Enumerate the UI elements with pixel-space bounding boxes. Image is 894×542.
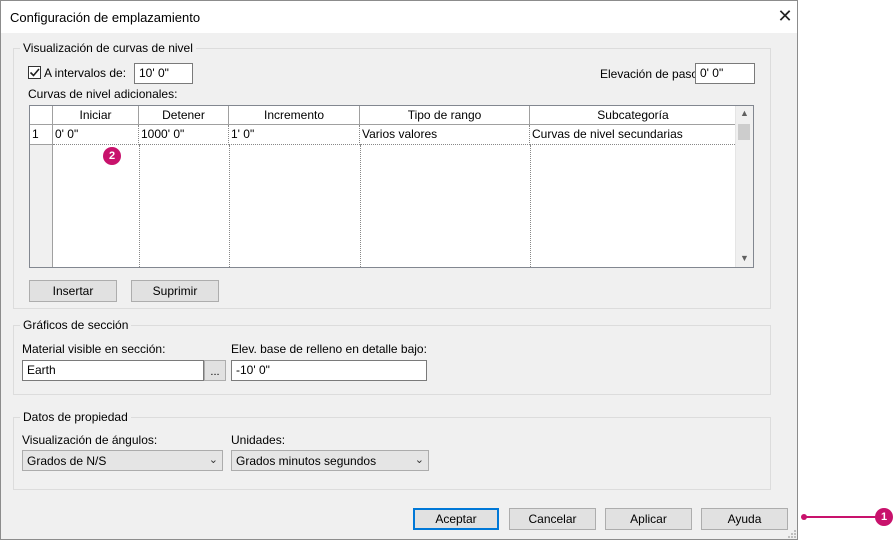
material-label: Material visible en sección: [22,342,166,356]
callout-badge-two: 2 [103,147,121,165]
close-icon[interactable]: ✕ [773,4,797,28]
ok-button[interactable]: Aceptar [413,508,499,530]
chevron-down-icon: ⌄ [208,454,218,466]
property-group-title: Datos de propiedad [20,410,131,424]
column-header[interactable]: Subcategoría [530,106,737,125]
angles-selected-value: Grados de N/S [27,454,107,468]
scroll-up-icon[interactable]: ▲ [736,108,753,118]
table-cell[interactable]: 1000' 0" [139,125,229,145]
table-cell[interactable]: Varios valores [360,125,530,145]
angles-label: Visualización de ángulos: [22,433,158,447]
table-cell[interactable]: Curvas de nivel secundarias [530,125,737,145]
units-selected-value: Grados minutos segundos [236,454,377,468]
contours-table: Iniciar Detener Incremento Tipo de rango… [29,105,754,268]
insert-button[interactable]: Insertar [29,280,117,302]
angles-dropdown[interactable]: Grados de N/S ⌄ [22,450,223,471]
pass-elevation-input[interactable]: 0' 0" [695,63,755,84]
row-number[interactable]: 1 [30,125,53,145]
apply-button[interactable]: Aplicar [605,508,692,530]
pass-elevation-label: Elevación de paso: [600,67,702,81]
interval-input[interactable]: 10' 0" [134,63,193,84]
units-dropdown[interactable]: Grados minutos segundos ⌄ [231,450,429,471]
table-scrollbar[interactable]: ▲ ▼ [735,106,753,267]
empty-column [360,145,531,267]
row-header-empty [30,145,53,267]
resize-grip-icon[interactable] [787,529,797,539]
callout-line [804,516,876,518]
section-group-title: Gráficos de sección [20,318,132,332]
base-elev-label: Elev. base de relleno en detalle bajo: [231,342,427,356]
table-cell[interactable]: 0' 0" [53,125,139,145]
column-header[interactable]: Incremento [229,106,360,125]
column-header[interactable]: Detener [139,106,229,125]
corner-header [30,106,53,125]
chevron-down-icon: ⌄ [414,454,424,466]
dialog-title: Configuración de emplazamiento [10,10,201,25]
column-header[interactable]: Tipo de rango [360,106,530,125]
empty-column [53,145,140,267]
base-elev-input[interactable]: -10' 0" [231,360,427,381]
units-label: Unidades: [231,433,286,447]
checkmark-icon [29,68,40,77]
additional-contours-label: Curvas de nivel adicionales: [28,87,178,101]
help-button[interactable]: Ayuda [701,508,788,530]
cancel-button[interactable]: Cancelar [509,508,596,530]
site-settings-dialog: Configuración de emplazamiento ✕ Visuali… [0,0,798,540]
interval-checkbox[interactable] [28,66,41,79]
callout-badge-one: 1 [875,508,893,526]
interval-label: A intervalos de: [44,66,127,80]
empty-column [229,145,361,267]
column-header[interactable]: Iniciar [53,106,139,125]
contour-group-title: Visualización de curvas de nivel [20,41,196,55]
delete-button[interactable]: Suprimir [131,280,219,302]
scroll-down-icon[interactable]: ▼ [736,253,753,263]
title-bar: Configuración de emplazamiento ✕ [1,1,797,33]
material-input[interactable]: Earth [22,360,204,381]
scroll-thumb[interactable] [738,124,750,140]
browse-button[interactable]: ... [204,360,226,381]
empty-column [139,145,230,267]
table-cell[interactable]: 1' 0" [229,125,360,145]
